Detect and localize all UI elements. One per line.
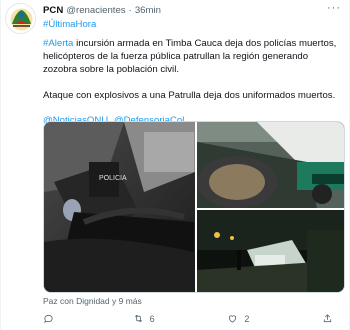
- tweet-card[interactable]: PCN @renacientes · 36min ··· #ÚltimaHora…: [0, 0, 350, 330]
- tweet-content: PCN @renacientes · 36min ··· #ÚltimaHora…: [43, 2, 341, 127]
- share-icon: [323, 314, 332, 323]
- night-scene-image: [197, 210, 344, 292]
- tweet-actions-bar: 6 2: [43, 313, 333, 324]
- pcn-logo-icon: [6, 4, 35, 33]
- tweet-timestamp[interactable]: 36min: [135, 5, 161, 16]
- svg-text:POLICIA: POLICIA: [99, 175, 127, 182]
- retweet-icon: [134, 314, 142, 323]
- hashtag-alerta[interactable]: #Alerta: [43, 38, 73, 49]
- paragraph-1-text: incursión armada en Timba Cauca deja dos…: [43, 38, 337, 75]
- share-button[interactable]: [322, 313, 333, 324]
- media-tags-caption[interactable]: Paz con Dignidad y 9 más: [43, 296, 142, 306]
- photo-damaged-vehicle[interactable]: [197, 122, 344, 208]
- retweet-button[interactable]: 6: [133, 313, 155, 324]
- like-button[interactable]: 2: [227, 313, 249, 324]
- author-avatar[interactable]: [5, 3, 36, 34]
- author-handle[interactable]: @renacientes: [66, 5, 125, 16]
- photo-vehicle-interior[interactable]: POLICIA: [44, 122, 195, 292]
- author-name[interactable]: PCN: [43, 5, 63, 16]
- tweet-paragraph-1: #Alerta incursión armada en Timba Cauca …: [43, 37, 341, 76]
- retweet-count: 6: [149, 313, 155, 324]
- like-count: 2: [244, 313, 250, 324]
- media-grid: POLICIA: [43, 121, 345, 293]
- hashtag-ultimahora[interactable]: #ÚltimaHora: [43, 18, 341, 31]
- separator-dot: ·: [128, 4, 132, 16]
- vehicle-interior-image: POLICIA: [44, 122, 195, 292]
- tweet-body: #Alerta incursión armada en Timba Cauca …: [43, 37, 341, 102]
- reply-button[interactable]: [43, 313, 60, 324]
- damaged-vehicle-image: [197, 122, 344, 208]
- reply-icon: [44, 314, 53, 323]
- more-options-icon[interactable]: ···: [327, 2, 341, 14]
- tweet-paragraph-2: Ataque con explosivos a una Patrulla dej…: [43, 90, 336, 101]
- heart-icon: [229, 315, 237, 323]
- photo-night-scene[interactable]: [197, 210, 344, 292]
- tweet-header: PCN @renacientes · 36min: [43, 2, 341, 18]
